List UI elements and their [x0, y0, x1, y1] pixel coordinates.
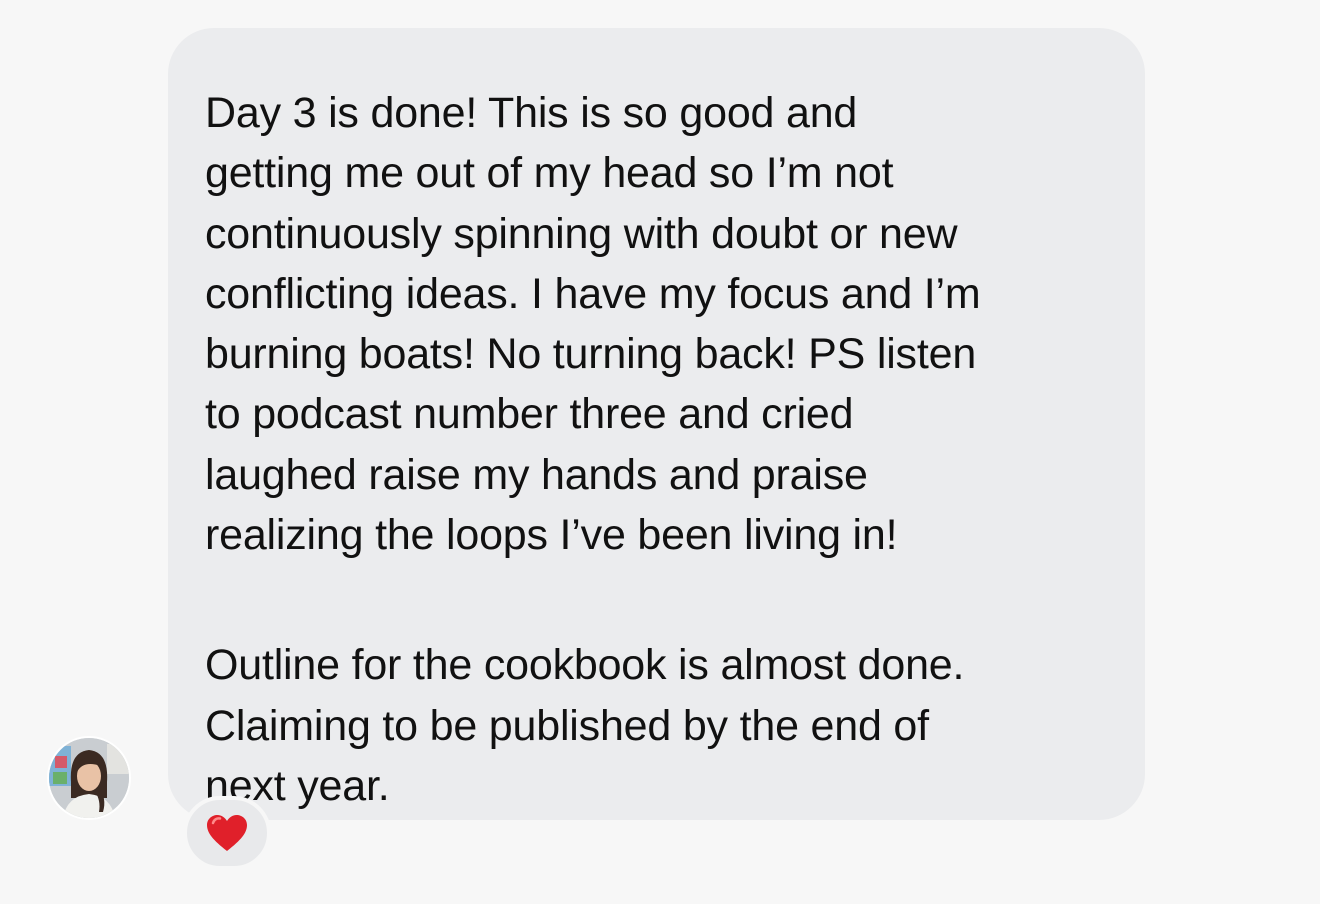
message-line: Claiming to be published by the end of: [205, 701, 929, 750]
message-paragraph-2: Outline for the cookbook is almost done.…: [205, 635, 1105, 816]
red-heart-icon: [207, 815, 247, 851]
message-line: to podcast number three and cried: [205, 390, 854, 439]
message-line: next year.: [205, 761, 390, 810]
message-line: laughed raise my hands and praise: [205, 450, 868, 499]
avatar-photo-icon: [49, 738, 129, 818]
message-line: getting me out of my head so I’m not: [205, 149, 894, 198]
reaction-badge[interactable]: [183, 796, 271, 870]
message-line: Outline for the cookbook is almost done.: [205, 641, 965, 690]
message-line: realizing the loops I’ve been living in!: [205, 511, 898, 560]
message-line: burning boats! No turning back! PS liste…: [205, 330, 977, 379]
message-paragraph-1: Day 3 is done! This is so good and getti…: [205, 83, 1105, 565]
message-line: Day 3 is done! This is so good and: [205, 89, 858, 137]
message-line: continuously spinning with doubt or new: [205, 209, 958, 258]
message-line: conflicting ideas. I have my focus and I…: [205, 269, 981, 318]
sender-avatar[interactable]: [47, 736, 131, 820]
message-bubble[interactable]: Day 3 is done! This is so good and getti…: [168, 28, 1145, 820]
